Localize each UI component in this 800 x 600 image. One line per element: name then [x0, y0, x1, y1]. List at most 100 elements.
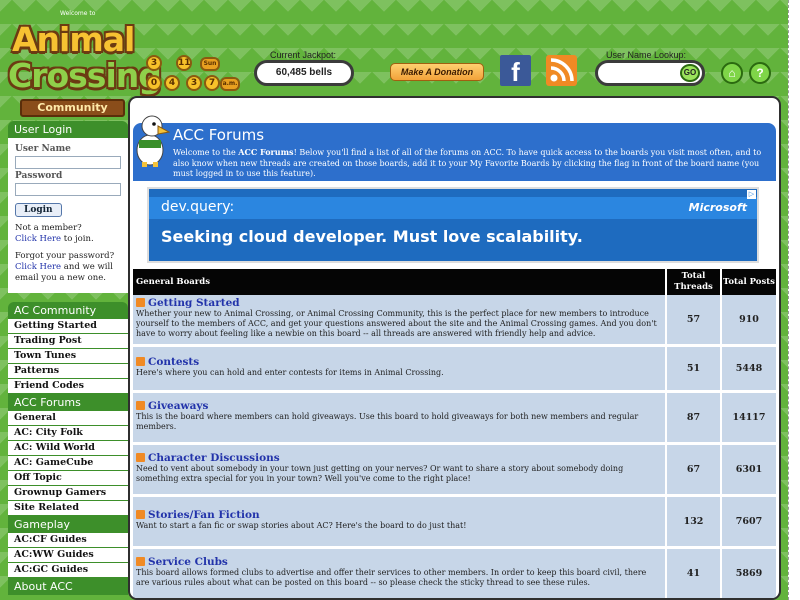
jackpot-label: Current Jackpot:: [270, 50, 337, 60]
nav-section-title: ACC Forums: [8, 394, 128, 411]
board-description: Here's where you can hold and enter cont…: [136, 367, 444, 377]
sidebar-item-off-topic[interactable]: Off Topic: [8, 471, 128, 486]
board-description: Need to vent about somebody in your town…: [136, 463, 624, 483]
ad-top-bar: [149, 197, 757, 219]
home-icon[interactable]: ⌂: [721, 62, 743, 84]
board-row: Getting Started Whether your new to Anima…: [133, 295, 776, 347]
rss-feed-icon[interactable]: [546, 55, 577, 86]
col-board-name: General Boards: [133, 269, 667, 295]
clock-minute-2: 7: [204, 75, 220, 91]
board-description: Whether your new to Animal Crossing, or …: [136, 308, 657, 338]
sidebar-item-friend-codes[interactable]: Friend Codes: [8, 379, 128, 394]
board-link[interactable]: Giveaways: [136, 400, 662, 411]
board-link[interactable]: Getting Started: [136, 298, 662, 308]
forum-header: ACC Forums Welcome to the ACC Forums! Be…: [133, 123, 776, 181]
col-total-threads: Total Threads: [665, 269, 721, 295]
board-thread-count: 67: [665, 443, 721, 497]
forgot-password-link[interactable]: Click Here: [15, 262, 61, 272]
facebook-icon[interactable]: f: [500, 55, 531, 87]
board-post-count: 910: [720, 295, 776, 347]
boards-table: General Boards Total Threads Total Posts…: [133, 269, 776, 598]
sidebar-item-ac-city-folk[interactable]: AC: City Folk: [8, 426, 128, 441]
main-content: ACC Forums Welcome to the ACC Forums! Be…: [128, 96, 781, 600]
password-label: Password: [15, 171, 63, 181]
sidebar-item-trading-post[interactable]: Trading Post: [8, 334, 128, 349]
board-description: This board allows formed clubs to advert…: [136, 567, 647, 587]
board-row: Service Clubs This board allows formed cl…: [133, 547, 776, 598]
join-link[interactable]: Click Here: [15, 234, 61, 244]
clock-day: 11: [176, 55, 192, 71]
board-post-count: 6301: [720, 443, 776, 497]
board-thread-count: 41: [665, 547, 721, 598]
sidebar-item-patterns[interactable]: Patterns: [8, 364, 128, 379]
login-button[interactable]: Login: [15, 203, 62, 217]
logo-welcome-text: Welcome to: [60, 10, 96, 17]
board-rss-icon[interactable]: [136, 356, 145, 366]
board-link[interactable]: Contests: [136, 356, 662, 367]
username-input[interactable]: [15, 156, 121, 169]
username-label: User Name: [15, 144, 71, 154]
ad-query-text: dev.query:: [161, 199, 235, 215]
board-post-count: 5448: [720, 345, 776, 393]
clock-hour-1: 0: [146, 75, 162, 91]
board-info: Service Clubs This board allows formed cl…: [133, 547, 666, 598]
sidebar-item-ac-cf-guides[interactable]: AC:CF Guides: [8, 533, 128, 548]
board-rss-icon[interactable]: [136, 509, 145, 519]
sidebar-item-site-related[interactable]: Site Related: [8, 501, 128, 516]
sidebar-item-general[interactable]: General: [8, 411, 128, 426]
donate-button[interactable]: Make A Donation: [390, 63, 484, 81]
town-clock: 3 11 Sun 0 4 3 7 a.m.: [146, 55, 240, 95]
board-rss-icon[interactable]: [136, 556, 145, 566]
sidebar-item-ac-ww-guides[interactable]: AC:WW Guides: [8, 548, 128, 563]
board-row: Giveaways This is the board where members…: [133, 391, 776, 445]
pelican-mascot-icon: [132, 112, 171, 168]
user-login-title: User Login: [8, 121, 128, 138]
board-row: Stories/Fan Fiction Want to start a fan f…: [133, 495, 776, 549]
board-info: Contests Here's where you can hold and en…: [133, 345, 666, 393]
board-row: Character Discussions Need to vent about …: [133, 443, 776, 497]
sidebar-item-grownup-gamers[interactable]: Grownup Gamers: [8, 486, 128, 501]
login-panel: User Name Password Login Not a member? C…: [8, 138, 128, 293]
page-title: ACC Forums: [173, 126, 265, 144]
board-info: Stories/Fan Fiction Want to start a fan f…: [133, 495, 666, 549]
password-input[interactable]: [15, 183, 121, 196]
sidebar-item-ac-gamecube[interactable]: AC: GameCube: [8, 456, 128, 471]
board-post-count: 7607: [720, 495, 776, 549]
logo-crossing-text: Crossing: [8, 56, 162, 95]
board-info: Giveaways This is the board where members…: [133, 391, 666, 445]
nav-section-title: Gameplay: [8, 516, 128, 533]
site-logo[interactable]: Welcome to Animal Crossing Community: [6, 8, 162, 120]
help-icon[interactable]: ?: [749, 62, 771, 84]
board-link[interactable]: Stories/Fan Fiction: [136, 509, 662, 520]
join-text: Not a member? Click Here to join.: [15, 223, 94, 244]
forgot-password-text: Forgot your password? Click Here and we …: [15, 251, 115, 283]
col-total-posts: Total Posts: [720, 269, 776, 295]
user-lookup-input[interactable]: [606, 66, 676, 80]
sidebar-item-getting-started[interactable]: Getting Started: [8, 319, 128, 334]
board-description: Want to start a fan fic or swap stories …: [136, 520, 467, 530]
board-info: Character Discussions Need to vent about …: [133, 443, 666, 497]
advertisement-banner[interactable]: dev.query: Microsoft Seeking cloud devel…: [147, 187, 759, 263]
sidebar-item-ac-wild-world[interactable]: AC: Wild World: [8, 441, 128, 456]
board-rss-icon[interactable]: [136, 400, 145, 410]
jackpot-value: 60,485 bells: [254, 60, 354, 86]
logo-animal-text: Animal: [12, 20, 135, 59]
nav-section-title: About ACC: [8, 578, 128, 595]
sidebar-item-town-tunes[interactable]: Town Tunes: [8, 349, 128, 364]
sidebar: User Login User Name Password Login Not …: [8, 121, 128, 600]
clock-minute-1: 3: [186, 75, 202, 91]
board-rss-icon[interactable]: [136, 452, 145, 462]
board-info: Getting Started Whether your new to Anima…: [133, 295, 666, 347]
page-edge: [788, 0, 800, 600]
board-thread-count: 57: [665, 295, 721, 347]
board-rss-icon[interactable]: [136, 297, 145, 307]
sidebar-item-ac-gc-guides[interactable]: AC:GC Guides: [8, 563, 128, 578]
user-lookup-go-button[interactable]: GO: [680, 64, 700, 82]
ad-headline: Seeking cloud developer. Must love scala…: [161, 227, 583, 246]
board-link[interactable]: Service Clubs: [136, 556, 662, 567]
board-link[interactable]: Character Discussions: [136, 452, 662, 463]
clock-month: 3: [146, 55, 162, 71]
board-thread-count: 51: [665, 345, 721, 393]
ad-choices-icon[interactable]: ▷: [747, 190, 756, 199]
user-lookup-label: User Name Lookup:: [606, 50, 687, 60]
